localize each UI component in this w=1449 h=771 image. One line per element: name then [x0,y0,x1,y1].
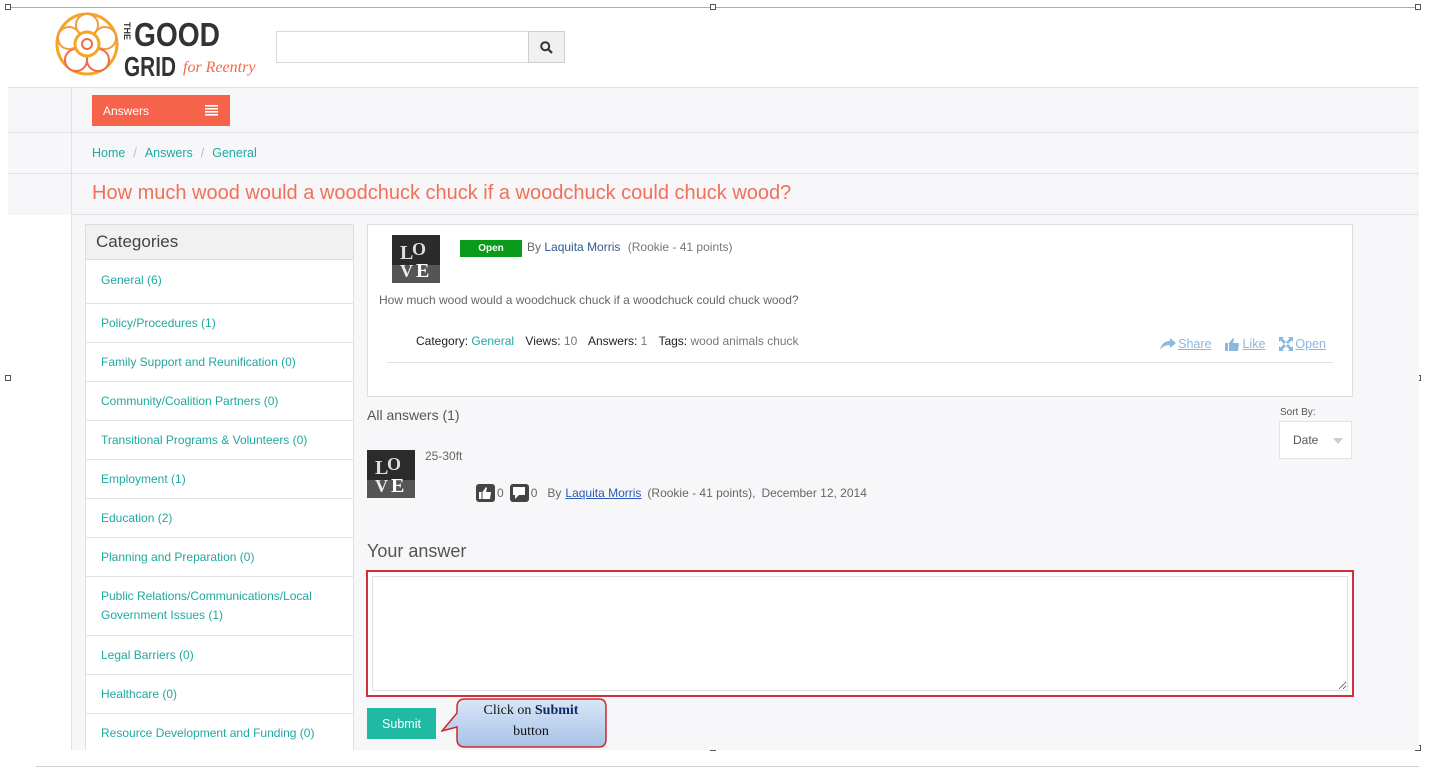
categories-panel: Categories General (6) Policy/Procedures… [85,224,354,750]
question-author[interactable]: Laquita Morris [544,240,620,254]
resize-handle [710,4,716,10]
svg-text:for Reentry: for Reentry [183,59,256,76]
question-card: L O V E Open By Laquita Morris (Rookie -… [367,224,1353,397]
category-item[interactable]: Planning and Preparation (0) [86,538,353,577]
svg-text:O: O [387,454,401,474]
open-label: Open [1295,337,1326,351]
question-author-points: (Rookie - 41 points) [627,240,733,254]
sort-select[interactable]: Date [1279,421,1352,459]
answer-comment-count: 0 [530,486,538,500]
like-label: Like [1242,337,1266,351]
svg-text:E: E [416,260,429,282]
avatar[interactable]: L O V E [392,235,440,283]
callout-prefix: Click on [483,703,532,718]
category-item[interactable]: Community/Coalition Partners (0) [86,382,353,421]
like-button[interactable]: Like [1225,337,1265,351]
views-label: Views: [525,334,561,348]
hamburger-icon [205,105,218,116]
comment-answer-button[interactable] [509,484,529,502]
category-item[interactable]: Legal Barriers (0) [86,636,353,675]
category-label: Category: [416,334,469,348]
categories-title: Categories [86,225,353,260]
open-button[interactable]: Open [1279,337,1326,351]
sort-label: Sort By: [1280,407,1316,418]
status-badge: Open [460,240,522,257]
answers-menu-button[interactable]: Answers [92,95,230,126]
by-label: By [527,240,542,254]
answer-by-label: By [547,486,562,500]
question-meta: Category: General Views: 10 Answers: 1 T… [416,334,807,348]
category-item[interactable]: Healthcare (0) [86,675,353,714]
submit-button[interactable]: Submit [367,708,436,739]
svg-text:THE: THE [122,22,132,40]
like-answer-button[interactable] [476,484,495,502]
category-item[interactable]: Family Support and Reunification (0) [86,343,353,382]
answer-meta: 0 0 By Laquita Morris (Rookie - 41 point… [476,484,867,502]
thumbs-up-icon [1225,337,1240,351]
svg-text:GOOD: GOOD [134,16,220,53]
answer-like-count: 0 [497,486,504,500]
answer-text: 25-30ft [425,449,463,463]
breadcrumb-general[interactable]: General [212,146,256,160]
category-item[interactable]: Education (2) [86,499,353,538]
answer-date: December 12, 2014 [761,486,867,500]
thumbs-up-icon [479,487,491,499]
share-button[interactable]: Share [1160,337,1211,351]
answer-avatar[interactable]: L O V E [367,450,415,498]
callout-bold: Submit [534,703,579,718]
breadcrumb-home[interactable]: Home [92,146,125,160]
search-icon [540,40,553,54]
site-logo[interactable]: THE GOOD GRID for Reentry [52,10,262,82]
search-bar [276,31,565,63]
share-icon [1160,338,1177,350]
resize-handle [1415,4,1421,10]
svg-text:E: E [391,475,404,497]
views-count: 10 [563,334,578,348]
svg-text:GRID: GRID [124,51,176,80]
page-title: How much wood would a woodchuck chuck if… [92,182,792,204]
tags-label: Tags: [658,334,688,348]
question-body: How much wood would a woodchuck chuck if… [379,293,799,307]
selection-frame-bottom [36,766,1419,767]
category-item[interactable]: Transitional Programs & Volunteers (0) [86,421,353,460]
all-answers-heading: All answers (1) [367,407,460,423]
svg-text:V: V [400,261,413,281]
answer-textarea[interactable] [372,576,1348,691]
callout-suffix: button [513,724,549,739]
resize-handle [5,375,11,381]
sort-value: Date [1293,433,1319,447]
answers-menu-label: Answers [103,103,150,118]
category-item[interactable]: Employment (1) [86,460,353,499]
callout-text: Click on Submit button [459,700,603,742]
breadcrumb: Home / Answers / General [92,146,257,160]
category-item[interactable]: Resource Development and Funding (0) [86,714,353,750]
resize-handle [5,4,11,10]
question-byline: By Laquita Morris (Rookie - 41 points) [527,240,732,254]
comment-icon [513,487,526,499]
expand-icon [1279,337,1294,351]
category-item[interactable]: General (6) [86,260,353,304]
answer-textarea-highlight [366,570,1354,697]
answers-count: 1 [640,334,648,348]
answer-author[interactable]: Laquita Morris [565,486,641,500]
search-button[interactable] [528,31,565,63]
category-item[interactable]: Policy/Procedures (1) [86,304,353,343]
breadcrumb-answers[interactable]: Answers [145,146,193,160]
question-actions: Share Like Open [1160,337,1326,351]
answer-author-points: (Rookie - 41 points), [647,486,756,500]
category-item[interactable]: Public Relations/Communications/Local Go… [86,577,353,636]
svg-text:O: O [412,239,426,259]
your-answer-heading: Your answer [367,541,467,561]
share-label: Share [1178,337,1212,351]
svg-text:V: V [375,476,388,496]
question-tags[interactable]: wood animals chuck [690,334,798,348]
content-divider [71,87,72,750]
search-input[interactable] [276,31,528,63]
divider [387,362,1333,363]
chevron-down-icon [1333,438,1343,444]
answers-count-label: Answers: [587,334,638,348]
question-category-link[interactable]: General [471,334,514,348]
